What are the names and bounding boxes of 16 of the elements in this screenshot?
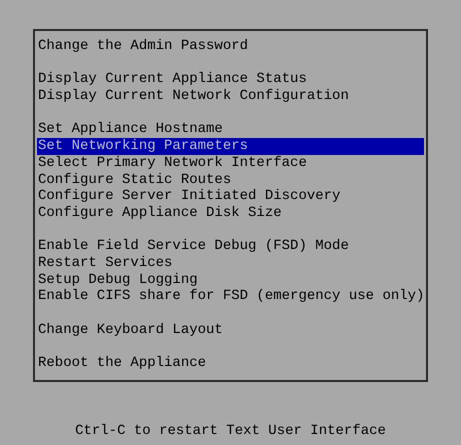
menu-item[interactable]: Display Current Network Configuration	[37, 88, 424, 105]
menu-item[interactable]: Enable Field Service Debug (FSD) Mode	[37, 238, 424, 255]
menu-item[interactable]: Configure Static Routes	[37, 172, 424, 188]
menu-item[interactable]: Configure Appliance Disk Size	[37, 204, 424, 222]
menu-item[interactable]: Select Primary Network Interface	[37, 154, 424, 172]
menu-item[interactable]: Change the Admin Password	[37, 38, 424, 55]
menu-item[interactable]: Change Keyboard Layout	[37, 322, 424, 338]
menu-item[interactable]: Set Appliance Hostname	[37, 121, 424, 138]
menu-item[interactable]: Display Current Appliance Status	[37, 71, 424, 88]
menu-item[interactable]: Set Networking Parameters	[37, 138, 424, 155]
menu-item[interactable]: Enable CIFS share for FSD (emergency use only)	[37, 288, 424, 305]
menu-item[interactable]: Configure Server Initiated Discovery	[37, 188, 424, 205]
footer-hint: Ctrl-C to restart Text User Interface	[75, 422, 386, 440]
menu-item[interactable]: Setup Debug Logging	[37, 272, 424, 288]
menu-item[interactable]: Reboot the Appliance	[37, 355, 424, 372]
menu-item[interactable]: Restart Services	[37, 254, 424, 272]
